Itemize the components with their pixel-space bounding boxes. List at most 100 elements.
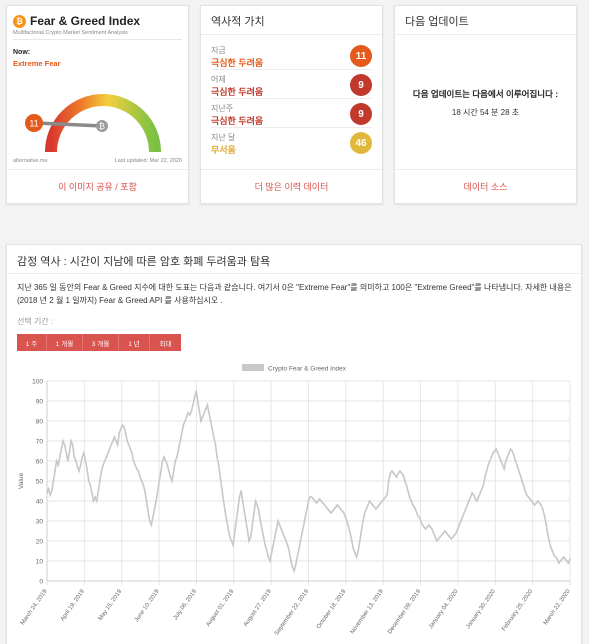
data-point bbox=[493, 450, 496, 452]
data-point bbox=[283, 536, 286, 538]
data-point bbox=[342, 512, 345, 514]
data-point bbox=[403, 480, 406, 482]
data-point bbox=[557, 562, 560, 564]
data-point bbox=[182, 424, 185, 426]
data-point bbox=[75, 460, 77, 462]
update-countdown: 18 시간 54 분 28 초 bbox=[451, 108, 520, 117]
data-point bbox=[144, 490, 146, 492]
data-point bbox=[524, 490, 526, 492]
brand: ₿ Fear & Greed Index bbox=[13, 14, 140, 28]
data-point bbox=[67, 460, 69, 462]
data-point bbox=[317, 500, 319, 502]
data-point bbox=[267, 556, 270, 558]
data-point bbox=[246, 530, 249, 532]
data-point bbox=[322, 502, 324, 504]
y-tick-label: 100 bbox=[32, 379, 43, 386]
data-point bbox=[378, 504, 380, 506]
data-point bbox=[110, 444, 113, 446]
data-point bbox=[506, 456, 509, 458]
data-point bbox=[318, 498, 321, 500]
brand-subtitle: Multifactorial Crypto Market Sentiment A… bbox=[13, 30, 128, 36]
data-point bbox=[270, 552, 273, 554]
more-history-link[interactable]: 더 많은 이력 데이터 bbox=[201, 169, 382, 203]
sentiment-history-panel: 감정 역사 : 시간이 지남에 따른 암호 화폐 두려움과 탐욕 지난 365 … bbox=[6, 244, 582, 644]
data-point bbox=[541, 508, 544, 510]
data-point bbox=[272, 544, 275, 546]
data-point bbox=[150, 524, 153, 526]
data-point bbox=[357, 550, 360, 552]
data-point bbox=[139, 476, 141, 478]
data-point bbox=[145, 500, 148, 502]
period-1-month-button[interactable]: 1 개월 bbox=[47, 334, 83, 351]
data-point bbox=[424, 528, 427, 530]
data-point bbox=[389, 472, 392, 474]
period-max-button[interactable]: 최대 bbox=[150, 334, 181, 351]
data-point bbox=[275, 528, 278, 530]
data-point bbox=[535, 502, 538, 504]
data-point bbox=[224, 510, 227, 512]
data-point bbox=[556, 558, 559, 560]
x-tick-label: August 01, 2019 bbox=[205, 588, 235, 628]
period-selector: 1 주 1 개월 3 개월 1 년 최대 bbox=[17, 334, 181, 351]
data-point bbox=[302, 524, 305, 526]
data-point bbox=[370, 502, 372, 504]
data-point bbox=[153, 508, 156, 510]
period-1-year-button[interactable]: 1 년 bbox=[119, 334, 150, 351]
data-point bbox=[447, 534, 449, 536]
x-tick-label: January 04, 2020 bbox=[428, 588, 460, 630]
data-point bbox=[445, 532, 448, 534]
data-point bbox=[562, 556, 565, 558]
data-point bbox=[495, 448, 498, 450]
data-point bbox=[174, 460, 177, 462]
data-point bbox=[307, 500, 310, 502]
data-point bbox=[208, 412, 210, 414]
data-point bbox=[310, 496, 313, 498]
data-point bbox=[453, 534, 456, 536]
data-point bbox=[293, 570, 295, 572]
data-point bbox=[225, 520, 228, 522]
data-point bbox=[277, 520, 279, 522]
data-point bbox=[431, 528, 433, 530]
panel-title: 감정 역사 : 시간이 지남에 따른 암호 화폐 두려움과 탐욕 bbox=[17, 256, 271, 268]
data-point bbox=[352, 548, 355, 550]
period-3-months-button[interactable]: 3 개월 bbox=[83, 334, 119, 351]
data-point bbox=[294, 564, 297, 566]
data-point bbox=[355, 556, 358, 558]
data-point bbox=[482, 484, 485, 486]
data-point bbox=[57, 464, 60, 466]
data-point bbox=[379, 502, 382, 504]
data-point bbox=[330, 512, 332, 514]
data-source-link[interactable]: 데이터 소스 bbox=[395, 169, 576, 203]
data-point bbox=[434, 536, 437, 538]
data-point bbox=[423, 526, 425, 528]
data-point bbox=[124, 432, 127, 434]
history-row-last-week: 지난주 극심한 두려움 9 bbox=[211, 100, 372, 128]
history-value: 극심한 두려움 bbox=[211, 116, 264, 126]
data-point bbox=[554, 556, 557, 558]
data-point bbox=[164, 460, 167, 462]
data-point bbox=[517, 470, 520, 472]
data-point bbox=[63, 444, 66, 446]
data-point bbox=[469, 496, 472, 498]
data-point bbox=[373, 506, 376, 508]
data-point bbox=[415, 510, 417, 512]
data-point bbox=[485, 470, 488, 472]
x-tick-label: January 30, 2020 bbox=[465, 588, 497, 630]
now-label: Now: bbox=[13, 49, 31, 56]
data-point bbox=[460, 520, 462, 522]
data-point bbox=[525, 494, 528, 496]
data-point bbox=[50, 490, 53, 492]
data-point bbox=[511, 450, 514, 452]
history-score-badge: 9 bbox=[350, 103, 372, 125]
share-embed-link[interactable]: 이 이미지 공유 / 포함 bbox=[7, 169, 188, 203]
period-1-week-button[interactable]: 1 주 bbox=[17, 334, 47, 351]
data-point bbox=[273, 536, 276, 538]
history-value: 극심한 두려움 bbox=[211, 58, 264, 68]
history-score-badge: 11 bbox=[350, 45, 372, 67]
data-point bbox=[200, 420, 202, 422]
data-point bbox=[488, 460, 491, 462]
data-point bbox=[421, 524, 424, 526]
data-point bbox=[545, 522, 547, 524]
data-point bbox=[168, 470, 170, 472]
y-tick-label: 70 bbox=[36, 439, 44, 446]
